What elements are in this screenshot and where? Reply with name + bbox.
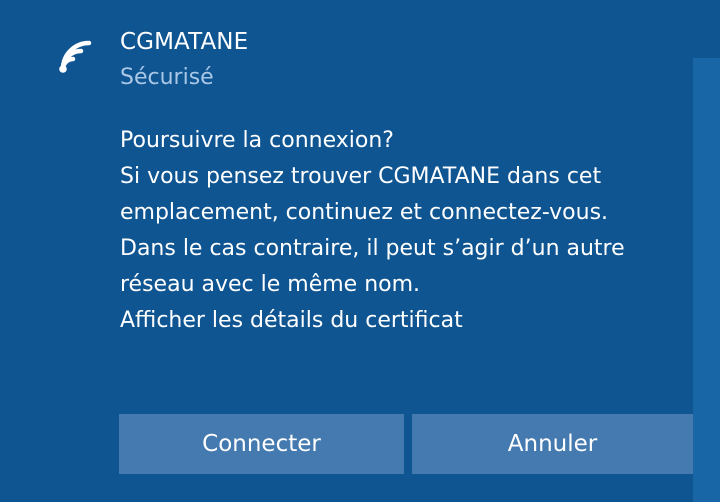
network-security-status: Sécurisé xyxy=(120,65,214,90)
scrollbar[interactable] xyxy=(693,58,720,502)
connection-message: Poursuivre la connexion? Si vous pensez … xyxy=(120,123,680,339)
message-line: Si vous pensez trouver CGMATANE dans cet xyxy=(120,164,602,189)
network-name: CGMATANE xyxy=(120,29,249,55)
connection-question: Poursuivre la connexion? xyxy=(120,128,394,153)
message-line: réseau avec le même nom. xyxy=(120,272,421,297)
cancel-button[interactable]: Annuler xyxy=(412,414,693,474)
connect-button[interactable]: Connecter xyxy=(119,414,404,474)
certificate-details-link[interactable]: Afficher les détails du certificat xyxy=(120,303,680,339)
wifi-icon xyxy=(53,33,99,75)
message-line: Dans le cas contraire, il peut s’agir d’… xyxy=(120,236,625,261)
message-line: emplacement, continuez et connectez-vous… xyxy=(120,200,609,225)
wifi-connection-flyout: CGMATANE Sécurisé Poursuivre la connexio… xyxy=(0,0,720,502)
